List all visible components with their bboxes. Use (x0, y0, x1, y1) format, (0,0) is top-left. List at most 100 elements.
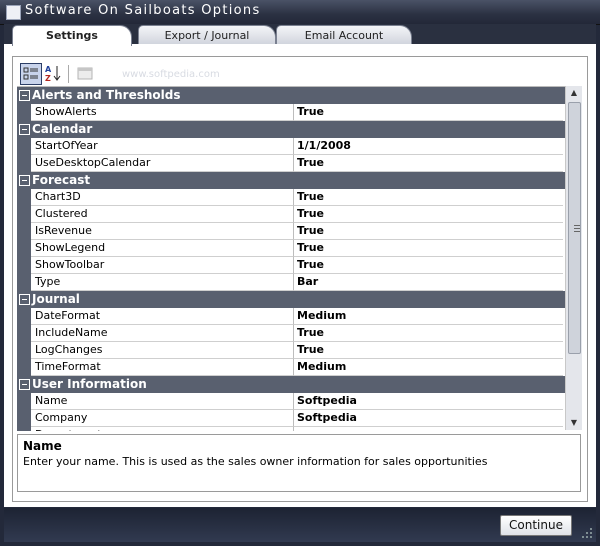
row-gutter (17, 155, 31, 172)
property-row[interactable]: UseDesktopCalendar True (17, 155, 565, 172)
tab-settings[interactable]: Settings (12, 25, 132, 46)
property-value[interactable]: Medium (294, 359, 563, 376)
row-gutter (17, 223, 31, 240)
property-row[interactable]: LogChanges True (17, 342, 565, 359)
scroll-down-arrow-icon[interactable]: ▼ (566, 416, 582, 430)
tab-strip: Settings Export / Journal Email Account (4, 24, 596, 46)
help-description: Enter your name. This is used as the sal… (23, 455, 488, 468)
property-value[interactable]: Softpedia (294, 393, 563, 410)
property-value[interactable]: True (294, 257, 563, 274)
row-gutter (17, 257, 31, 274)
property-name: UseDesktopCalendar (31, 155, 294, 172)
window-title: Software On Sailboats Options (25, 3, 261, 18)
scroll-up-arrow-icon[interactable]: ▲ (566, 86, 582, 100)
property-name: Name (31, 393, 294, 410)
property-value[interactable] (294, 427, 563, 431)
property-value[interactable]: True (294, 155, 563, 172)
property-row[interactable]: Department (17, 427, 565, 431)
continue-button[interactable]: Continue (500, 515, 572, 536)
property-row[interactable]: TimeFormat Medium (17, 359, 565, 376)
property-name: Clustered (31, 206, 294, 223)
property-name: ShowLegend (31, 240, 294, 257)
property-row[interactable]: IncludeName True (17, 325, 565, 342)
property-row[interactable]: Name Softpedia (17, 393, 565, 410)
row-gutter (17, 427, 31, 431)
property-row[interactable]: DateFormat Medium (17, 308, 565, 325)
property-name: DateFormat (31, 308, 294, 325)
collapse-icon[interactable] (19, 175, 30, 186)
svg-text:Z: Z (45, 74, 51, 83)
row-gutter (17, 138, 31, 155)
property-row[interactable]: Type Bar (17, 274, 565, 291)
collapse-icon[interactable] (19, 90, 30, 101)
category-label: Alerts and Thresholds (32, 88, 181, 102)
category-label: Calendar (32, 122, 93, 136)
property-value[interactable]: True (294, 342, 563, 359)
category-row[interactable]: Calendar (17, 121, 565, 138)
property-name: StartOfYear (31, 138, 294, 155)
vertical-scrollbar[interactable]: ▲ ▼ (565, 86, 582, 430)
property-value[interactable]: Bar (294, 274, 563, 291)
tab-content: A Z www.softpedia.com Alerts and Thresho… (4, 44, 596, 507)
property-grid: Alerts and Thresholds ShowAlerts True Calen… (17, 86, 565, 431)
categorized-view-icon[interactable] (20, 63, 42, 85)
property-row[interactable]: ShowLegend True (17, 240, 565, 257)
collapse-icon[interactable] (19, 379, 30, 390)
property-value[interactable]: True (294, 325, 563, 342)
row-gutter (17, 274, 31, 291)
help-title: Name (23, 439, 62, 453)
footer-bar: Continue (4, 508, 596, 542)
category-label: Forecast (32, 173, 91, 187)
property-help-pane: Name Enter your name. This is used as th… (17, 434, 581, 492)
row-gutter (17, 104, 31, 121)
category-label: Journal (32, 292, 80, 306)
title-bar[interactable]: Software On Sailboats Options (0, 0, 600, 25)
collapse-icon[interactable] (19, 294, 30, 305)
tab-email-account[interactable]: Email Account (276, 25, 412, 45)
property-name: IsRevenue (31, 223, 294, 240)
property-name: ShowToolbar (31, 257, 294, 274)
property-row[interactable]: Chart3D True (17, 189, 565, 206)
row-gutter (17, 325, 31, 342)
property-row[interactable]: Company Softpedia (17, 410, 565, 427)
row-gutter (17, 308, 31, 325)
property-value[interactable]: True (294, 240, 563, 257)
category-row[interactable]: Journal (17, 291, 565, 308)
property-value[interactable]: Softpedia (294, 410, 563, 427)
property-pages-icon[interactable] (75, 63, 95, 83)
property-row[interactable]: ShowAlerts True (17, 104, 565, 121)
row-gutter (17, 410, 31, 427)
property-value[interactable]: Medium (294, 308, 563, 325)
property-name: LogChanges (31, 342, 294, 359)
app-icon (6, 5, 21, 20)
category-row[interactable]: Forecast (17, 172, 565, 189)
property-row[interactable]: Clustered True (17, 206, 565, 223)
property-name: TimeFormat (31, 359, 294, 376)
property-value[interactable]: True (294, 223, 563, 240)
property-row[interactable]: StartOfYear 1/1/2008 (17, 138, 565, 155)
property-row[interactable]: ShowToolbar True (17, 257, 565, 274)
options-window: Software On Sailboats Options Settings E… (0, 0, 600, 546)
property-name: IncludeName (31, 325, 294, 342)
property-name: ShowAlerts (31, 104, 294, 121)
collapse-icon[interactable] (19, 124, 30, 135)
property-value[interactable]: 1/1/2008 (294, 138, 563, 155)
property-row[interactable]: IsRevenue True (17, 223, 565, 240)
property-name: Company (31, 410, 294, 427)
resize-grip-icon[interactable] (580, 526, 594, 540)
row-gutter (17, 393, 31, 410)
tab-export-journal[interactable]: Export / Journal (138, 25, 276, 45)
category-label: User Information (32, 377, 147, 391)
category-row[interactable]: Alerts and Thresholds (17, 87, 565, 104)
category-row[interactable]: User Information (17, 376, 565, 393)
scrollbar-thumb[interactable] (568, 102, 581, 354)
property-value[interactable]: True (294, 206, 563, 223)
row-gutter (17, 206, 31, 223)
property-name: Type (31, 274, 294, 291)
watermark: www.softpedia.com (122, 69, 220, 80)
row-gutter (17, 189, 31, 206)
sort-alphabetical-icon[interactable]: A Z (43, 63, 63, 83)
property-name: Chart3D (31, 189, 294, 206)
property-value[interactable]: True (294, 189, 563, 206)
property-value[interactable]: True (294, 104, 563, 121)
